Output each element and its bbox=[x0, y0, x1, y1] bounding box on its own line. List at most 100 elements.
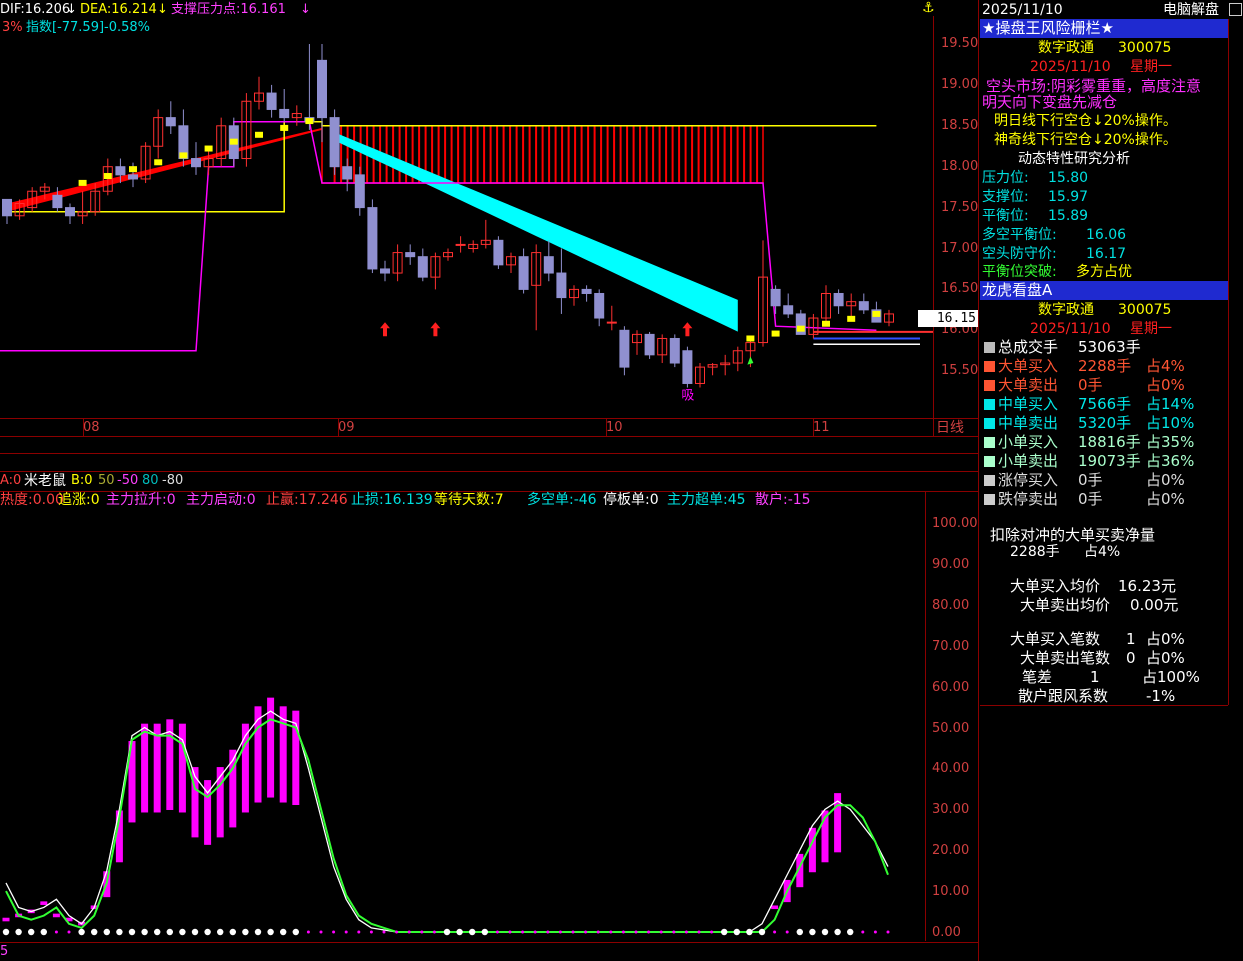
candle[interactable] bbox=[342, 158, 353, 192]
signal-dot bbox=[204, 928, 211, 936]
signal-dot bbox=[15, 928, 22, 936]
candle[interactable] bbox=[669, 334, 680, 368]
candle[interactable] bbox=[644, 331, 655, 359]
candle[interactable] bbox=[506, 252, 516, 274]
p1-row-label: 平衡位: bbox=[982, 208, 1029, 224]
candle[interactable] bbox=[833, 289, 844, 314]
candle[interactable] bbox=[468, 240, 479, 253]
candle[interactable] bbox=[846, 293, 857, 319]
p1-stock-code: 300075 bbox=[1118, 40, 1172, 56]
candle[interactable] bbox=[682, 346, 693, 388]
candle[interactable] bbox=[632, 330, 642, 355]
candle[interactable] bbox=[619, 326, 630, 376]
candle[interactable] bbox=[329, 109, 340, 175]
candle[interactable] bbox=[821, 285, 831, 323]
candle[interactable] bbox=[606, 305, 617, 331]
candle[interactable] bbox=[430, 252, 441, 290]
candle[interactable] bbox=[695, 363, 705, 388]
candle[interactable] bbox=[594, 289, 605, 327]
candle[interactable] bbox=[732, 346, 743, 372]
signal-dot bbox=[684, 930, 688, 934]
period-label[interactable]: 日线 bbox=[936, 420, 964, 436]
candle[interactable] bbox=[569, 285, 579, 306]
indicator-chart[interactable] bbox=[0, 491, 925, 942]
candle[interactable] bbox=[758, 240, 768, 347]
candle[interactable] bbox=[518, 248, 529, 294]
candle[interactable] bbox=[140, 142, 151, 184]
candle[interactable] bbox=[241, 93, 252, 167]
candle[interactable] bbox=[858, 293, 869, 314]
candle[interactable] bbox=[191, 142, 201, 175]
candle[interactable] bbox=[556, 248, 567, 314]
candle[interactable] bbox=[203, 150, 214, 175]
candle[interactable] bbox=[417, 248, 428, 282]
trend-dot bbox=[179, 152, 188, 159]
price-axis-border bbox=[933, 16, 934, 436]
candle[interactable] bbox=[291, 105, 302, 126]
candle-body bbox=[405, 252, 416, 258]
level-neg50: -50 bbox=[117, 473, 139, 488]
trend-dot bbox=[204, 145, 213, 152]
candle-body bbox=[380, 268, 390, 274]
candle-body bbox=[329, 117, 340, 168]
candle[interactable] bbox=[304, 44, 315, 130]
candle[interactable] bbox=[770, 285, 781, 314]
time-label-08: 08 bbox=[83, 420, 100, 435]
candle[interactable] bbox=[380, 260, 390, 282]
signal-dot bbox=[229, 928, 236, 936]
up-arrow-icon bbox=[430, 322, 441, 337]
candle[interactable] bbox=[443, 248, 453, 261]
p2-row-value: 2288手 bbox=[1078, 357, 1132, 375]
candle[interactable] bbox=[707, 363, 718, 376]
candle[interactable] bbox=[480, 219, 491, 249]
candle[interactable] bbox=[405, 244, 416, 265]
candle-body bbox=[619, 329, 630, 368]
candle[interactable] bbox=[884, 309, 894, 327]
candle[interactable] bbox=[657, 334, 668, 364]
candle-body bbox=[354, 174, 365, 209]
candle[interactable] bbox=[531, 244, 542, 331]
candle-body bbox=[266, 92, 277, 110]
candle[interactable] bbox=[367, 199, 378, 274]
trend-dot bbox=[822, 320, 830, 327]
signal-dot bbox=[809, 928, 816, 936]
candle[interactable] bbox=[543, 240, 554, 282]
candle[interactable] bbox=[266, 84, 277, 118]
close-box[interactable] bbox=[1229, 3, 1242, 16]
candle[interactable] bbox=[153, 109, 164, 159]
candle[interactable] bbox=[808, 313, 819, 339]
indicator-axis-label: 20.00 bbox=[932, 843, 970, 859]
indicator-name[interactable]: 米老鼠 bbox=[24, 473, 66, 489]
candle-body bbox=[543, 256, 554, 274]
candle[interactable] bbox=[720, 354, 731, 376]
candle-body bbox=[606, 321, 617, 324]
candle[interactable] bbox=[216, 117, 227, 167]
candle[interactable] bbox=[317, 44, 327, 143]
kline-chart[interactable]: 吸 bbox=[0, 0, 933, 418]
p2-row-value: 19073手 bbox=[1078, 452, 1141, 470]
signal-dot bbox=[344, 930, 348, 934]
candle[interactable] bbox=[581, 285, 592, 302]
p2-row-label: 总成交手 bbox=[998, 338, 1059, 356]
candle[interactable] bbox=[783, 293, 794, 319]
candle[interactable] bbox=[65, 203, 75, 224]
candle[interactable] bbox=[2, 198, 12, 224]
candle[interactable] bbox=[455, 236, 466, 253]
candle[interactable] bbox=[165, 101, 176, 134]
p2-row-pct: 占36% bbox=[1146, 452, 1195, 470]
candle[interactable] bbox=[254, 76, 264, 110]
price-label: 16.50 bbox=[941, 281, 979, 297]
candle[interactable] bbox=[77, 191, 88, 224]
p2-retail-label: 散户跟风系数 bbox=[1018, 687, 1109, 705]
trend-dot bbox=[129, 166, 137, 173]
p1-market2: 明天向下变盘先减仓 bbox=[982, 93, 1118, 111]
candle[interactable] bbox=[354, 166, 365, 216]
candle[interactable] bbox=[392, 244, 403, 282]
green-arrow-icon bbox=[747, 356, 754, 365]
candle-body bbox=[279, 108, 290, 119]
signal-dot bbox=[659, 930, 663, 934]
time-axis-line bbox=[0, 436, 978, 437]
signal-dot bbox=[357, 930, 361, 934]
candle[interactable] bbox=[279, 88, 290, 122]
candle[interactable] bbox=[493, 236, 504, 269]
